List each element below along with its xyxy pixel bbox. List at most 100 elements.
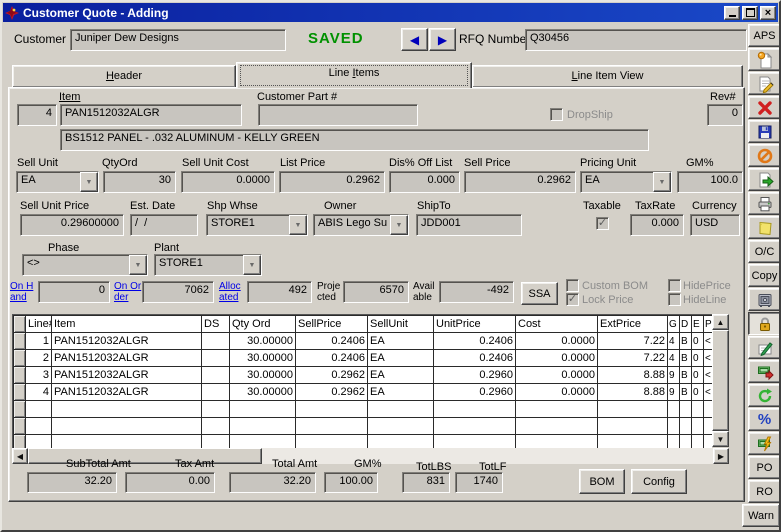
row-selector[interactable] bbox=[14, 350, 26, 367]
est-date-label: Est. Date bbox=[130, 200, 175, 212]
rev-label: Rev# bbox=[710, 91, 736, 103]
oc-button[interactable]: O/C bbox=[748, 240, 781, 263]
dropdown-arrow-icon[interactable]: ▼ bbox=[289, 215, 307, 235]
scroll-left-button[interactable]: ◀ bbox=[12, 448, 28, 464]
taxrate-label: TaxRate bbox=[635, 200, 675, 212]
customer-part-field[interactable] bbox=[258, 104, 418, 126]
delete-icon bbox=[756, 99, 774, 117]
dropdown-arrow-icon[interactable]: ▼ bbox=[390, 215, 408, 235]
titlebar: Customer Quote - Adding × bbox=[3, 3, 778, 22]
ssa-button[interactable]: SSA bbox=[521, 282, 558, 305]
taxable-checkbox[interactable]: ✓ bbox=[596, 217, 609, 230]
lock-price-checkbox[interactable]: ✓ bbox=[566, 293, 579, 306]
dropdown-arrow-icon[interactable]: ▼ bbox=[80, 172, 98, 192]
pricing-unit-combo[interactable]: EA▼ bbox=[580, 171, 672, 193]
tab-line-items[interactable]: Line Items bbox=[236, 62, 472, 88]
next-record-button[interactable]: ▶ bbox=[429, 28, 456, 51]
refresh-button[interactable] bbox=[748, 384, 781, 407]
minimize-icon bbox=[729, 15, 736, 17]
percent-button[interactable]: % bbox=[748, 408, 781, 431]
custom-bom-checkbox[interactable] bbox=[566, 279, 579, 292]
grid-vertical-scrollbar[interactable]: ▲ ▼ bbox=[712, 314, 729, 447]
dropdown-arrow-icon[interactable]: ▼ bbox=[243, 255, 261, 275]
plant-combo[interactable]: STORE1▼ bbox=[154, 254, 262, 276]
percent-icon: % bbox=[758, 411, 771, 428]
arrow-right-icon: ▶ bbox=[718, 452, 724, 461]
sell-unit-combo[interactable]: EA▼ bbox=[16, 171, 99, 193]
table-row[interactable]: 4 PAN1512032ALGR 30.00000 0.2962 EA 0.29… bbox=[14, 384, 713, 401]
item-code-field[interactable]: PAN1512032ALGR bbox=[60, 104, 242, 126]
tab-line-item-view[interactable]: Line Item View bbox=[472, 65, 743, 88]
table-row-empty bbox=[14, 435, 713, 449]
hide-line-checkbox[interactable] bbox=[668, 293, 681, 306]
vault-button[interactable] bbox=[748, 288, 781, 311]
discount-field[interactable]: 0.000 bbox=[389, 171, 460, 193]
scroll-down-button[interactable]: ▼ bbox=[712, 431, 729, 447]
tab-header[interactable]: Header bbox=[12, 65, 236, 88]
print-icon bbox=[756, 195, 774, 213]
scroll-thumb[interactable] bbox=[28, 448, 262, 464]
shp-whse-combo[interactable]: STORE1▼ bbox=[206, 214, 308, 236]
scroll-right-button[interactable]: ▶ bbox=[713, 448, 729, 464]
scroll-thumb[interactable] bbox=[712, 330, 729, 431]
config-button[interactable]: Config bbox=[631, 469, 687, 494]
dropship-checkbox[interactable] bbox=[550, 108, 563, 121]
hide-price-checkbox[interactable] bbox=[668, 279, 681, 292]
currency-label: Currency bbox=[692, 200, 737, 212]
taxable-label: Taxable bbox=[583, 200, 621, 212]
notes-button[interactable] bbox=[748, 216, 781, 239]
phase-combo[interactable]: <>▼ bbox=[22, 254, 148, 276]
pen-card-icon bbox=[756, 339, 774, 357]
qty-ord-label: QtyOrd bbox=[102, 157, 137, 169]
allocated-link[interactable]: Allocated bbox=[219, 281, 246, 303]
rfq-number-field[interactable]: Q30456 bbox=[525, 29, 747, 51]
warn-button[interactable]: Warn bbox=[742, 504, 780, 527]
prev-arrow-icon: ◀ bbox=[410, 33, 419, 47]
edit-record-button[interactable] bbox=[748, 72, 781, 95]
copy-button[interactable]: Copy bbox=[748, 264, 781, 287]
dropdown-arrow-icon[interactable]: ▼ bbox=[653, 172, 671, 192]
save-button[interactable] bbox=[748, 120, 781, 143]
cash-out-button[interactable] bbox=[748, 360, 781, 383]
item-label[interactable]: Item bbox=[59, 91, 80, 103]
qty-ord-field[interactable]: 30 bbox=[103, 171, 176, 193]
taxrate-field[interactable]: 0.000 bbox=[630, 214, 684, 236]
row-selector[interactable] bbox=[14, 333, 26, 350]
table-row[interactable]: 1 PAN1512032ALGR 30.00000 0.2406 EA 0.24… bbox=[14, 333, 713, 350]
aps-button[interactable]: APS bbox=[748, 24, 781, 47]
maximize-button[interactable] bbox=[742, 6, 758, 20]
delete-record-button[interactable] bbox=[748, 96, 781, 119]
write-note-button[interactable] bbox=[748, 336, 781, 359]
shipto-field[interactable]: JDD001 bbox=[416, 214, 522, 236]
sell-price-field[interactable]: 0.2962 bbox=[464, 171, 576, 193]
customer-field[interactable]: Juniper Dew Designs bbox=[70, 29, 286, 51]
cash-flash-button[interactable] bbox=[748, 432, 781, 455]
est-date-field[interactable]: / / bbox=[130, 214, 198, 236]
table-row[interactable]: 3 PAN1512032ALGR 30.00000 0.2962 EA 0.29… bbox=[14, 367, 713, 384]
new-record-button[interactable] bbox=[748, 48, 781, 71]
row-selector[interactable] bbox=[14, 367, 26, 384]
po-button[interactable]: PO bbox=[748, 456, 781, 479]
row-selector[interactable] bbox=[14, 384, 26, 401]
close-button[interactable]: × bbox=[760, 6, 776, 20]
dropdown-arrow-icon[interactable]: ▼ bbox=[129, 255, 147, 275]
bom-button[interactable]: BOM bbox=[579, 469, 625, 494]
lock-price-button[interactable] bbox=[748, 312, 781, 335]
dropship-label: DropShip bbox=[567, 109, 613, 121]
ro-button[interactable]: RO bbox=[748, 480, 781, 503]
table-row-empty bbox=[14, 401, 713, 418]
sell-unit-price-field[interactable]: 0.29600000 bbox=[20, 214, 124, 236]
arrow-up-icon: ▲ bbox=[717, 318, 725, 327]
minimize-button[interactable] bbox=[724, 6, 740, 20]
prev-record-button[interactable]: ◀ bbox=[401, 28, 428, 51]
sell-unit-cost-field[interactable]: 0.0000 bbox=[181, 171, 275, 193]
on-order-link[interactable]: On Order bbox=[114, 281, 142, 303]
on-hand-link[interactable]: On Hand bbox=[10, 281, 36, 303]
print-button[interactable] bbox=[748, 192, 781, 215]
list-price-field[interactable]: 0.2962 bbox=[279, 171, 385, 193]
owner-combo[interactable]: ABIS Lego Su▼ bbox=[313, 214, 409, 236]
scroll-up-button[interactable]: ▲ bbox=[712, 314, 729, 330]
exit-button[interactable] bbox=[748, 168, 781, 191]
table-row[interactable]: 2 PAN1512032ALGR 30.00000 0.2406 EA 0.24… bbox=[14, 350, 713, 367]
cancel-button[interactable] bbox=[748, 144, 781, 167]
